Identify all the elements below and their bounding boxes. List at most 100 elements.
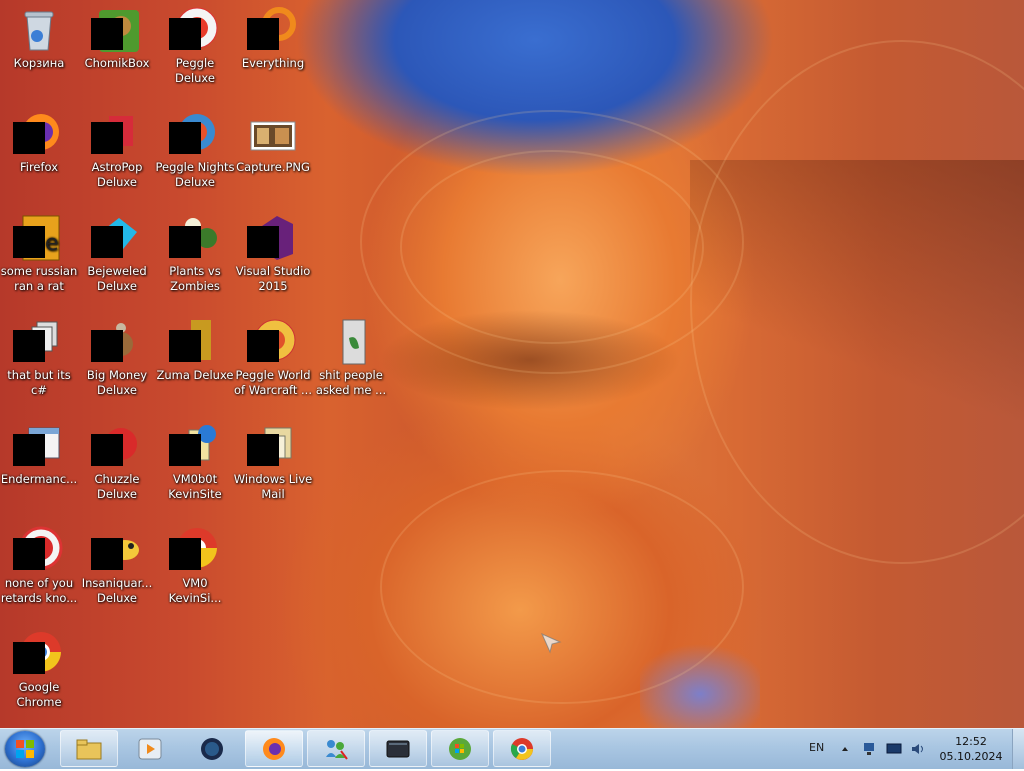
taskbar-chrome[interactable] bbox=[493, 730, 551, 767]
system-clock[interactable]: 12:52 05.10.2024 bbox=[934, 734, 1008, 764]
desktop-icon-plants-vs-zombies[interactable]: Plants vs Zombies bbox=[155, 214, 235, 294]
taskbar-firefox[interactable] bbox=[245, 730, 303, 767]
desktop-icon-zuma[interactable]: Zuma Deluxe bbox=[155, 318, 235, 383]
desktop-icon-windows-live-mail[interactable]: Windows Live Mail bbox=[233, 422, 313, 502]
recycle-bin-icon bbox=[15, 6, 63, 54]
volume-icon[interactable] bbox=[910, 741, 926, 757]
folder-icon bbox=[327, 318, 375, 366]
icon-label: Windows Live Mail bbox=[233, 472, 313, 501]
mouse-cursor-icon bbox=[541, 633, 562, 654]
desktop-icon-everything[interactable]: Everything bbox=[233, 6, 313, 71]
chrome-icon bbox=[510, 738, 533, 760]
show-desktop-button[interactable] bbox=[1012, 729, 1024, 769]
show-hidden-icons-icon[interactable] bbox=[841, 745, 849, 753]
desktop-icon-none-of-you[interactable]: none of you retards kno... bbox=[0, 526, 79, 606]
desktop-icon-vm0-kevinsite[interactable]: VM0 KevinSi... bbox=[155, 526, 235, 606]
redaction-block bbox=[91, 18, 123, 50]
icon-label: none of you retards kno... bbox=[0, 576, 78, 605]
redaction-block bbox=[91, 434, 123, 466]
icon-label: shit people asked me ... bbox=[315, 368, 387, 397]
peggle-wow-icon bbox=[247, 318, 297, 366]
redaction-block bbox=[247, 18, 279, 50]
desktop-icon-visual-studio[interactable]: Visual Studio 2015 bbox=[233, 214, 313, 294]
language-indicator[interactable]: EN bbox=[809, 741, 824, 754]
icon-label: Google Chrome bbox=[16, 680, 62, 709]
network-status-icon[interactable] bbox=[861, 741, 877, 757]
dark-globe-icon bbox=[201, 738, 223, 760]
zuma-frog-icon bbox=[169, 318, 219, 366]
redaction-block bbox=[169, 18, 201, 50]
desktop-icon-recycle-bin[interactable]: Корзина bbox=[0, 6, 79, 71]
icon-label: Peggle World of Warcraft ... bbox=[234, 368, 312, 397]
taskbar: EN 12:52 05.10.2024 bbox=[0, 728, 1024, 769]
desktop-icon-peggle-wow[interactable]: Peggle World of Warcraft ... bbox=[233, 318, 313, 398]
redaction-block bbox=[91, 330, 123, 362]
icon-label: that but its c# bbox=[7, 368, 71, 397]
desktop-icon-endermanc[interactable]: Endermanc... bbox=[0, 422, 79, 487]
desktop-icon-that-but-its-c[interactable]: that but its c# bbox=[0, 318, 79, 398]
everything-search-icon bbox=[247, 6, 297, 54]
stacked-files-icon bbox=[13, 318, 63, 366]
desktop-icon-peggle-deluxe[interactable]: Peggle Deluxe bbox=[155, 6, 235, 86]
redaction-block bbox=[13, 642, 45, 674]
redaction-block bbox=[169, 226, 201, 258]
icon-label: Big Money Deluxe bbox=[86, 368, 148, 397]
redaction-block bbox=[91, 538, 123, 570]
desktop-icon-bejeweled[interactable]: Bejeweled Deluxe bbox=[77, 214, 157, 294]
redaction-block bbox=[247, 226, 279, 258]
desktop-icon-chomikbox[interactable]: ChomikBox bbox=[77, 6, 157, 71]
redaction-block bbox=[169, 330, 201, 362]
icon-label: some russian ran a rat bbox=[0, 264, 78, 293]
icon-label: Peggle Deluxe bbox=[175, 56, 215, 85]
desktop-icon-insaniquarium[interactable]: Insaniquar... Deluxe bbox=[77, 526, 157, 606]
java-file-icon: e bbox=[13, 214, 63, 262]
start-button[interactable] bbox=[5, 731, 45, 767]
clock-date: 05.10.2024 bbox=[939, 750, 1003, 763]
desktop-icon-some-russian[interactable]: e some russian ran a rat bbox=[0, 214, 79, 294]
chomikbox-icon bbox=[91, 6, 141, 54]
window-terminal-icon bbox=[386, 740, 410, 758]
taskbar-people-network[interactable] bbox=[307, 730, 365, 767]
chrome-icon bbox=[13, 630, 63, 678]
taskbar-media-player[interactable] bbox=[121, 730, 179, 767]
taskbar-explorer[interactable] bbox=[60, 730, 118, 767]
desktop-icon-astropop[interactable]: AstroPop Deluxe bbox=[77, 110, 157, 190]
taskbar-windows-orb[interactable] bbox=[431, 730, 489, 767]
desktop-icon-peggle-nights[interactable]: Peggle Nights Deluxe bbox=[155, 110, 235, 190]
explorer-folder-icon bbox=[76, 739, 102, 760]
icon-label: Visual Studio 2015 bbox=[235, 264, 311, 293]
desktop-icon-vm0b0t[interactable]: VM0b0t KevinSite bbox=[155, 422, 235, 502]
desktop[interactable]: Корзина ChomikBox Peggle Deluxe Everythi… bbox=[0, 0, 1024, 728]
icon-label: Endermanc... bbox=[0, 472, 78, 486]
redaction-block bbox=[169, 122, 201, 154]
desktop-icon-shit-people[interactable]: shit people asked me ... bbox=[311, 318, 391, 398]
money-bag-icon bbox=[91, 318, 141, 366]
fish-icon bbox=[91, 526, 141, 574]
redaction-block bbox=[13, 226, 45, 258]
taskbar-dark-globe[interactable] bbox=[183, 730, 241, 767]
firefox-icon bbox=[13, 110, 63, 158]
desktop-icon-firefox[interactable]: Firefox bbox=[0, 110, 79, 175]
redaction-block bbox=[13, 122, 45, 154]
visual-studio-icon bbox=[247, 214, 297, 262]
bejeweled-gem-icon bbox=[91, 214, 141, 262]
desktop-icon-big-money[interactable]: Big Money Deluxe bbox=[77, 318, 157, 398]
icon-label: Everything bbox=[241, 56, 305, 70]
desktop-icon-chuzzle[interactable]: Chuzzle Deluxe bbox=[77, 422, 157, 502]
chuzzle-icon bbox=[91, 422, 141, 470]
monitor-icon[interactable] bbox=[886, 741, 902, 757]
astropop-icon bbox=[91, 110, 141, 158]
redaction-block bbox=[13, 330, 45, 362]
redaction-block bbox=[13, 538, 45, 570]
taskbar-terminal[interactable] bbox=[369, 730, 427, 767]
icon-label: AstroPop Deluxe bbox=[91, 160, 143, 189]
icon-label: Bejeweled Deluxe bbox=[87, 264, 147, 293]
desktop-icon-google-chrome[interactable]: Google Chrome bbox=[0, 630, 79, 710]
chrome-shortcut-icon bbox=[169, 526, 219, 574]
icon-label: VM0 KevinSi... bbox=[168, 576, 222, 605]
plants-vs-zombies-icon bbox=[169, 214, 219, 262]
people-network-icon bbox=[326, 740, 348, 760]
desktop-icon-capture-png[interactable]: Capture.PNG bbox=[233, 110, 313, 175]
peggle-nights-icon bbox=[169, 110, 219, 158]
redaction-block bbox=[13, 434, 45, 466]
